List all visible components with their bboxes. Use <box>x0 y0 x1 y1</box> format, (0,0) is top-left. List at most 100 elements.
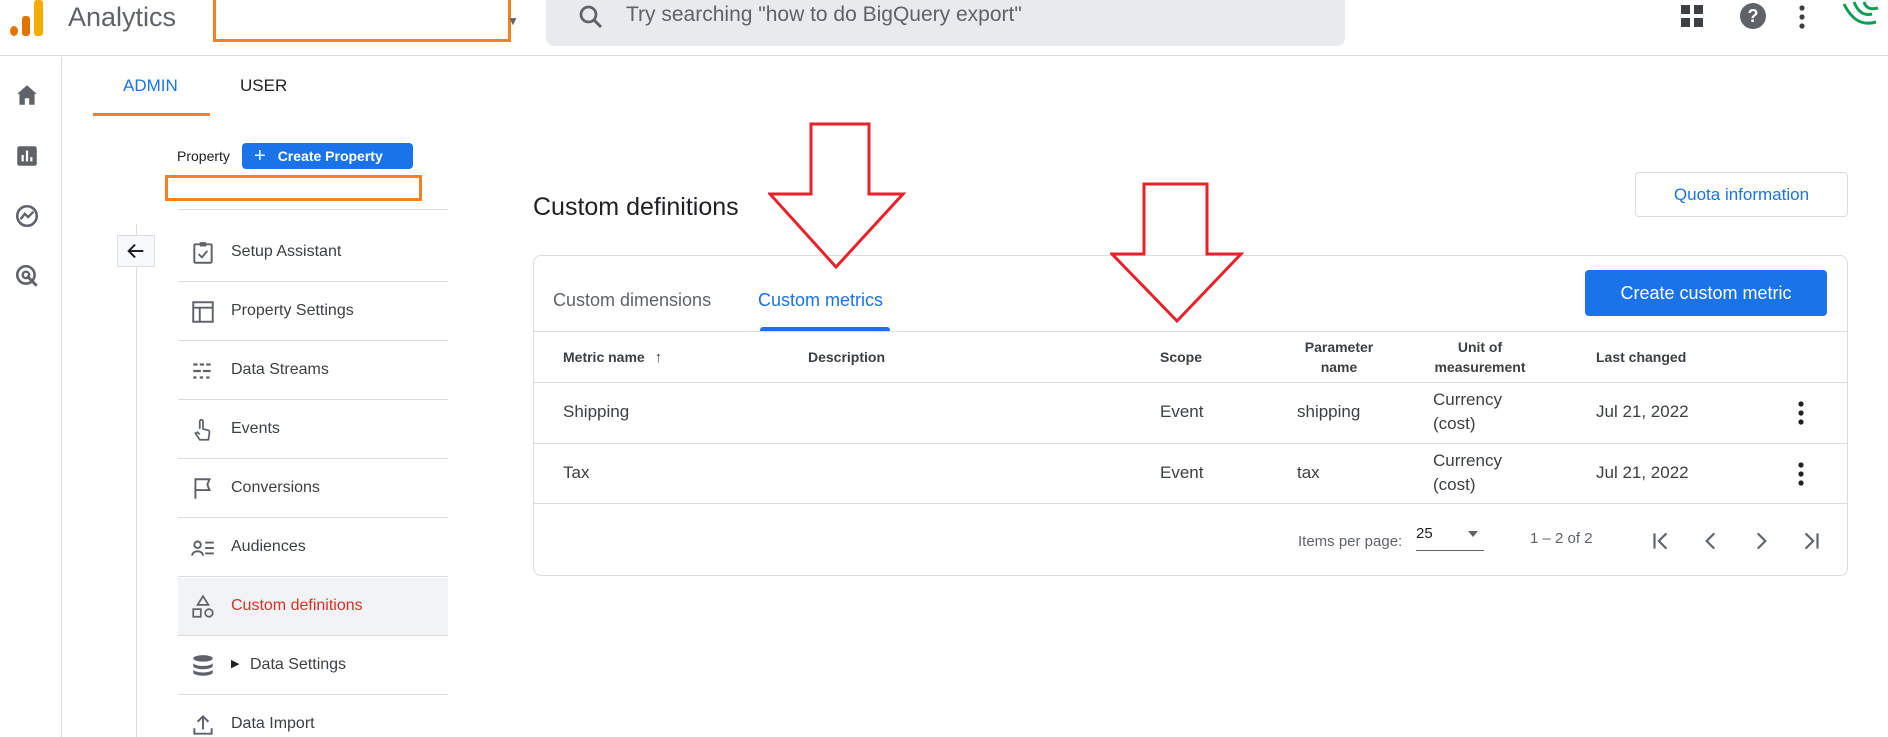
nav-item-label: Audiences <box>231 538 306 555</box>
annotation-arrow-down-icon <box>768 122 906 270</box>
flag-icon <box>194 478 211 499</box>
page-title: Custom definitions <box>533 193 739 221</box>
column-header-label: Parameter <box>1304 339 1374 355</box>
arrow-back-icon <box>127 243 144 259</box>
column-header-unit[interactable]: Unit of measurement <box>1430 337 1530 377</box>
nav-item-data-import[interactable]: Data Import <box>178 696 448 737</box>
nav-item-label: Property Settings <box>231 302 354 319</box>
search-input[interactable]: Try searching "how to do BigQuery export… <box>626 3 1022 27</box>
touch-icon <box>194 418 211 441</box>
cell-unit-line: (cost) <box>1433 414 1476 433</box>
pagination-range: 1 – 2 of 2 <box>1530 530 1593 547</box>
cell-metric-name[interactable]: Shipping <box>563 400 629 424</box>
nav-item-label: Events <box>231 420 280 437</box>
sort-arrow-up-icon: ↑ <box>654 349 663 366</box>
row-more-vert-icon[interactable] <box>1796 400 1806 426</box>
help-icon[interactable]: ? <box>1740 3 1766 29</box>
column-header-scope[interactable]: Scope <box>1160 347 1202 367</box>
apps-grid-icon[interactable] <box>1680 4 1704 28</box>
column-header-label: Metric name <box>563 349 645 365</box>
cell-last-changed: Jul 21, 2022 <box>1596 463 1689 482</box>
cell-unit-line: Currency <box>1433 451 1502 470</box>
nav-item-audiences[interactable]: Audiences <box>178 519 448 577</box>
select-underline <box>1416 550 1484 551</box>
nav-item-custom-definitions[interactable]: Custom definitions <box>178 578 448 636</box>
nav-item-setup-assistant[interactable]: Setup Assistant <box>178 224 448 282</box>
reports-icon[interactable] <box>14 143 40 169</box>
nav-item-label: Data Settings <box>250 656 347 673</box>
nav-item-conversions[interactable]: Conversions <box>178 460 448 518</box>
nav-item-label: Conversions <box>231 479 320 496</box>
column-header-description[interactable]: Description <box>808 347 885 367</box>
account-selector[interactable] <box>213 0 511 42</box>
nav-item-property-settings[interactable]: Property Settings <box>178 283 448 341</box>
checklist-icon <box>193 242 213 264</box>
first-page-icon[interactable] <box>1648 528 1674 554</box>
create-custom-metric-button[interactable]: Create custom metric <box>1585 270 1827 316</box>
items-per-page-label: Items per page: <box>1298 533 1403 550</box>
app-title: Analytics <box>68 2 177 32</box>
previous-page-icon[interactable] <box>1698 528 1724 554</box>
property-selector[interactable] <box>165 175 422 201</box>
divider <box>534 443 1847 444</box>
database-icon <box>193 655 213 676</box>
cell-metric-name[interactable]: Tax <box>563 461 589 485</box>
tab-user[interactable]: USER <box>240 76 287 96</box>
layout-icon <box>192 301 214 323</box>
nav-item-label: Setup Assistant <box>231 243 342 260</box>
expand-arrow-icon[interactable]: ▶ <box>231 657 239 670</box>
cell-last-changed: Jul 21, 2022 <box>1596 402 1689 421</box>
upload-icon <box>193 714 213 735</box>
divider <box>534 503 1847 504</box>
column-header-last-changed[interactable]: Last changed <box>1596 347 1686 367</box>
chevron-down-icon[interactable]: ▼ <box>507 14 519 28</box>
quota-information-button[interactable]: Quota information <box>1635 172 1848 217</box>
audience-icon <box>191 540 214 556</box>
cell-unit-line: (cost) <box>1433 475 1476 494</box>
plus-icon: + <box>254 145 266 167</box>
tab-admin-indicator <box>93 113 210 116</box>
shapes-icon <box>192 594 214 618</box>
cell-scope: Event <box>1160 402 1204 421</box>
last-page-icon[interactable] <box>1798 528 1824 554</box>
search-icon <box>579 5 603 29</box>
divider <box>534 331 1847 332</box>
cell-scope: Event <box>1160 463 1204 482</box>
items-per-page-select[interactable]: 25 <box>1416 525 1433 542</box>
tab-custom-metrics[interactable]: Custom metrics <box>758 290 883 311</box>
property-label: Property <box>177 148 230 164</box>
nav-item-label: Data Import <box>231 715 315 732</box>
create-property-label: Create Property <box>277 148 383 164</box>
chevron-down-icon[interactable] <box>1466 527 1480 541</box>
nav-item-label: Data Streams <box>231 361 329 378</box>
next-page-icon[interactable] <box>1748 528 1774 554</box>
explore-icon[interactable] <box>14 203 40 229</box>
avatar[interactable] <box>1838 0 1882 34</box>
nav-item-events[interactable]: Events <box>178 401 448 459</box>
nav-item-label: Custom definitions <box>231 597 363 614</box>
tab-custom-dimensions[interactable]: Custom dimensions <box>553 290 711 311</box>
divider <box>534 382 1847 383</box>
home-icon[interactable] <box>14 82 40 108</box>
streams-icon <box>193 363 213 379</box>
create-property-button[interactable]: + Create Property <box>242 143 413 169</box>
analytics-logo-icon[interactable] <box>8 0 48 36</box>
row-more-vert-icon[interactable] <box>1796 461 1806 487</box>
advertising-icon[interactable] <box>14 263 40 289</box>
divider <box>136 224 137 737</box>
nav-item-data-settings[interactable]: ▶ Data Settings <box>178 637 448 695</box>
cell-unit-line: Currency <box>1433 390 1502 409</box>
admin-tabs-bar <box>93 57 1888 116</box>
tab-admin[interactable]: ADMIN <box>123 76 178 96</box>
column-header-label: name <box>1320 359 1358 375</box>
column-header-label: measurement <box>1434 359 1526 375</box>
cell-unit: Currency (cost) <box>1433 388 1502 436</box>
column-header-parameter-name[interactable]: Parameter name <box>1304 337 1374 377</box>
cell-unit: Currency (cost) <box>1433 449 1502 497</box>
column-header-metric-name[interactable]: Metric name ↑ <box>563 347 662 368</box>
back-button[interactable] <box>117 235 155 267</box>
more-vert-icon[interactable] <box>1797 4 1807 30</box>
nav-item-data-streams[interactable]: Data Streams <box>178 342 448 400</box>
column-header-label: Unit of <box>1457 339 1503 355</box>
annotation-arrow-down-icon <box>1110 182 1244 324</box>
